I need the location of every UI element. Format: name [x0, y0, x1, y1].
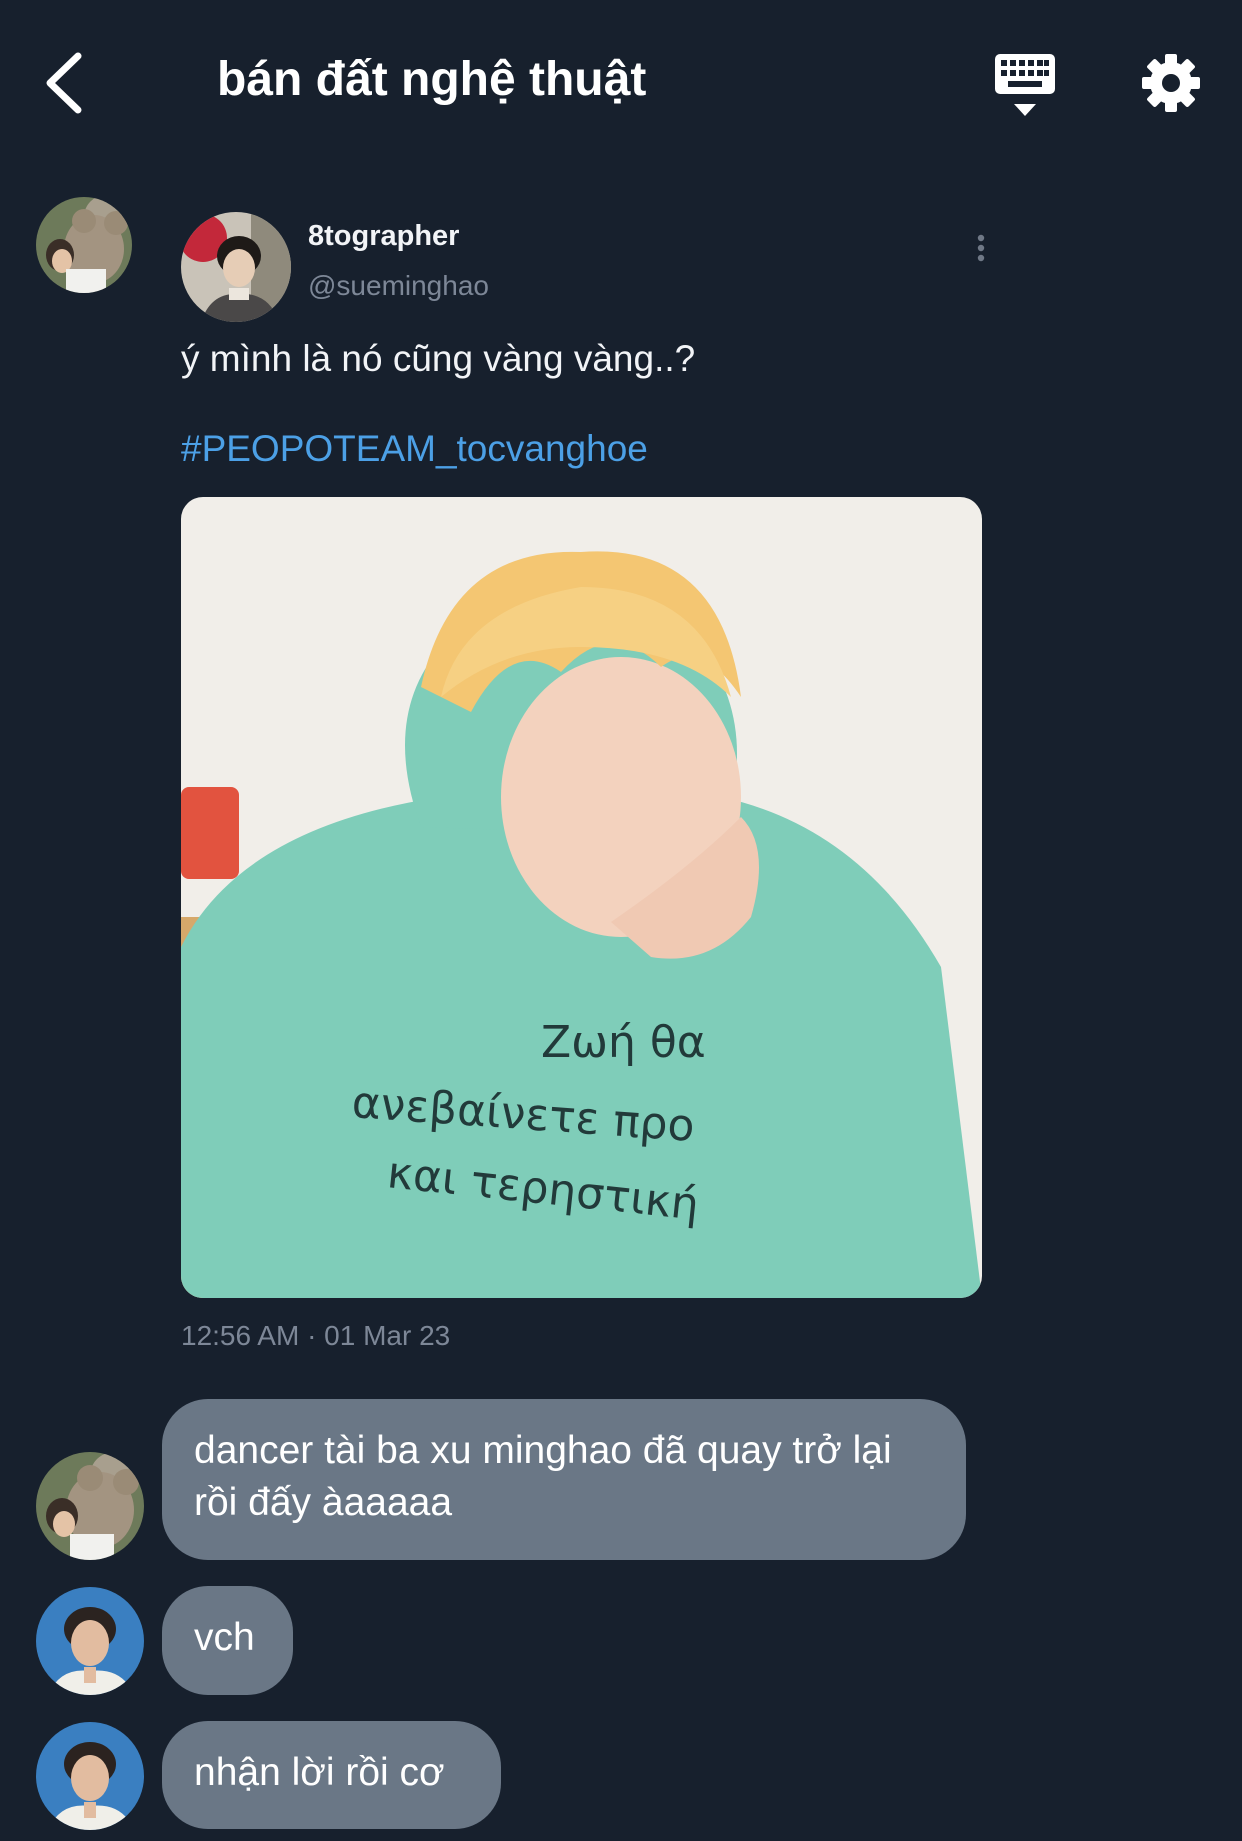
- back-button[interactable]: [40, 48, 90, 118]
- message-avatar[interactable]: [36, 1587, 144, 1695]
- message-bubble[interactable]: dancer tài ba xu minghao đã quay trở lại…: [162, 1399, 966, 1560]
- top-bar: bán đất nghệ thuật: [0, 0, 1242, 170]
- chat-title: bán đất nghệ thuật: [217, 53, 647, 106]
- more-vertical-icon: [977, 234, 985, 262]
- hoodie-text: Ζωή θα: [541, 1017, 706, 1068]
- post-hashtag[interactable]: #PEOPOTEAM_tocvanghoe: [181, 428, 648, 470]
- post-text: ý mình là nó cũng vàng vàng..?: [181, 338, 696, 379]
- post-image[interactable]: Ζωή θα ανεβαίνετε προ και τερηστική: [181, 497, 982, 1298]
- message-bubble[interactable]: vch: [162, 1586, 293, 1695]
- sender-avatar[interactable]: [36, 197, 132, 293]
- post-author-avatar[interactable]: [181, 212, 291, 322]
- keyboard-icon: [995, 54, 1055, 116]
- post-author-name: 8tographer: [308, 220, 460, 252]
- post-author-handle: @sueminghao: [308, 270, 489, 301]
- message-avatar[interactable]: [36, 1452, 144, 1560]
- gear-icon: [1142, 54, 1200, 112]
- post-timestamp: 12:56 AM · 01 Mar 23: [181, 1320, 451, 1351]
- post-more-button[interactable]: [968, 230, 994, 270]
- settings-button[interactable]: [1140, 52, 1202, 114]
- message-avatar[interactable]: [36, 1722, 144, 1830]
- keyboard-button[interactable]: [992, 50, 1058, 122]
- message-bubble[interactable]: nhận lời rồi cơ: [162, 1721, 501, 1829]
- chevron-left-icon: [46, 52, 82, 114]
